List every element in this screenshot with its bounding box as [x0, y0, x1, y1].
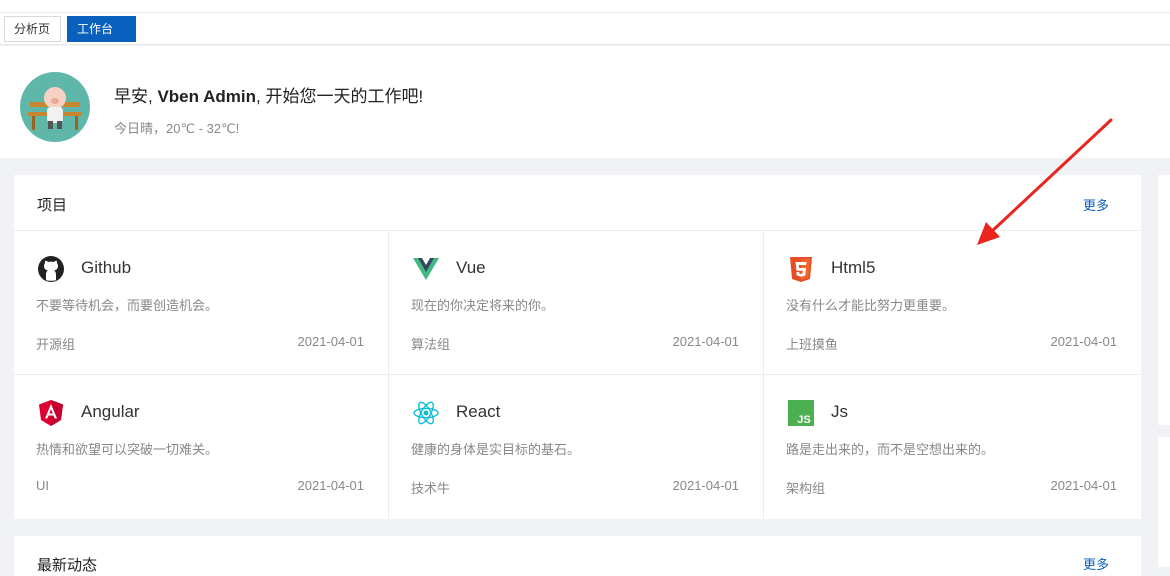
workbench-header: 早安, Vben Admin, 开始您一天的工作吧! 今日晴，20℃ - 32℃…	[0, 46, 1170, 158]
project-date: 2021-04-01	[1050, 478, 1118, 493]
tab-workbench[interactable]: 工作台×	[67, 16, 136, 60]
right-panel-edge	[1158, 437, 1170, 567]
github-icon	[38, 256, 64, 282]
project-more-link[interactable]: 更多	[1083, 195, 1109, 214]
project-desc: 不要等待机会，而要创造机会。	[36, 298, 219, 313]
project-card: 项目 更多 Github 不要等待机会，而要创造机会。 开源组 2021-04-…	[14, 175, 1141, 519]
project-group: 架构组	[786, 481, 826, 496]
project-item-react[interactable]: React 健康的身体是实目标的基石。 技术牛 2021-04-01	[389, 375, 764, 519]
react-icon	[413, 401, 439, 425]
vue-icon	[413, 258, 439, 280]
project-date: 2021-04-01	[297, 478, 365, 493]
project-date: 2021-04-01	[672, 334, 740, 349]
tab-label: 工作台	[77, 22, 114, 36]
project-name: Html5	[831, 258, 876, 277]
project-card-header: 项目 更多	[14, 175, 1141, 231]
project-item-angular[interactable]: Angular 热情和欲望可以突破一切难关。 UI 2021-04-01	[14, 375, 389, 519]
dynamic-card: 最新动态 更多	[14, 536, 1141, 576]
project-date: 2021-04-01	[297, 334, 365, 349]
dynamic-more-link[interactable]: 更多	[1083, 554, 1109, 573]
greeting-text: 早安, Vben Admin, 开始您一天的工作吧!	[114, 87, 424, 106]
tab-bar-top-strip	[0, 0, 1170, 13]
project-name: Vue	[456, 258, 486, 277]
project-name: Angular	[81, 402, 140, 421]
project-group: 算法组	[411, 337, 451, 352]
weather-text: 今日晴，20℃ - 32℃!	[114, 121, 240, 136]
project-name: Github	[81, 258, 132, 277]
project-group: 开源组	[36, 337, 76, 352]
js-icon: JS	[788, 400, 814, 426]
project-item-github[interactable]: Github 不要等待机会，而要创造机会。 开源组 2021-04-01	[14, 231, 389, 375]
project-item-html5[interactable]: Html5 没有什么才能比努力更重要。 上班摸鱼 2021-04-01	[764, 231, 1141, 375]
user-name: Vben Admin	[157, 87, 256, 106]
avatar	[20, 72, 90, 142]
project-item-vue[interactable]: Vue 现在的你决定将来的你。 算法组 2021-04-01	[389, 231, 764, 375]
project-name: React	[456, 402, 501, 421]
project-date: 2021-04-01	[1050, 334, 1118, 349]
project-group: UI	[36, 478, 49, 493]
tab-analysis[interactable]: 分析页	[4, 16, 61, 42]
project-grid: Github 不要等待机会，而要创造机会。 开源组 2021-04-01 Vue…	[14, 231, 1141, 519]
dynamic-card-title: 最新动态	[37, 557, 98, 574]
tab-bar: 分析页 工作台×	[0, 0, 1170, 60]
project-desc: 路是走出来的，而不是空想出来的。	[786, 442, 995, 457]
angular-icon	[39, 400, 63, 426]
right-panel-edge	[1158, 175, 1170, 425]
project-desc: 热情和欲望可以突破一切难关。	[36, 442, 219, 457]
html5-icon	[790, 257, 812, 282]
project-date: 2021-04-01	[672, 478, 740, 493]
project-desc: 现在的你决定将来的你。	[411, 298, 555, 313]
project-group: 技术牛	[411, 481, 451, 496]
project-name: Js	[831, 402, 848, 421]
project-desc: 没有什么才能比努力更重要。	[786, 298, 956, 313]
project-desc: 健康的身体是实目标的基石。	[411, 442, 581, 457]
tab-label: 分析页	[14, 22, 51, 36]
project-card-title: 项目	[37, 197, 68, 214]
svg-text:JS: JS	[797, 414, 810, 426]
project-item-js[interactable]: JS Js 路是走出来的，而不是空想出来的。 架构组 2021-04-01	[764, 375, 1141, 519]
project-group: 上班摸鱼	[786, 337, 839, 352]
